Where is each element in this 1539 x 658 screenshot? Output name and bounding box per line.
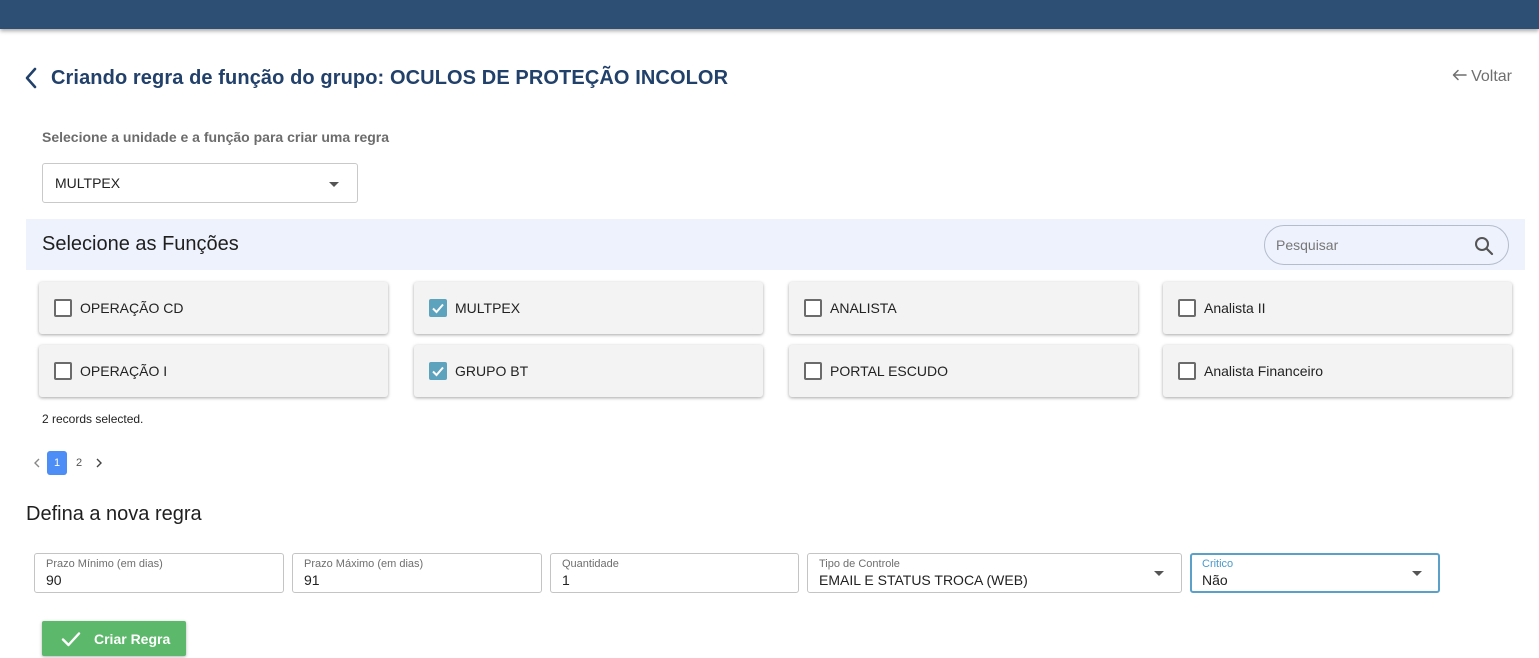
chevron-right-icon[interactable] xyxy=(90,452,108,474)
critico-select[interactable]: Critico Não xyxy=(1190,553,1440,593)
checkbox[interactable] xyxy=(804,299,822,317)
back-chevron-icon[interactable] xyxy=(24,64,44,92)
checkbox[interactable] xyxy=(804,362,822,380)
function-label: MULTPEX xyxy=(455,300,521,316)
check-icon xyxy=(61,629,81,649)
arrow-left-icon xyxy=(1452,68,1467,86)
caret-down-icon xyxy=(329,182,339,187)
page-button-1[interactable]: 1 xyxy=(47,451,67,475)
function-card[interactable]: Analista Financeiro xyxy=(1163,345,1512,397)
chevron-left-icon[interactable] xyxy=(28,452,46,474)
function-label: ANALISTA xyxy=(830,300,897,316)
check-icon xyxy=(432,303,444,314)
function-card[interactable]: ANALISTA xyxy=(789,282,1138,334)
function-label: GRUPO BT xyxy=(455,363,529,379)
checkbox[interactable] xyxy=(1178,362,1196,380)
checkbox[interactable] xyxy=(54,299,72,317)
field-label: Quantidade xyxy=(562,558,619,570)
field-label: Prazo Mínimo (em dias) xyxy=(46,558,163,570)
page-title: Criando regra de função do grupo: OCULOS… xyxy=(51,66,729,89)
function-label: OPERAÇÃO CD xyxy=(80,300,184,316)
search-box xyxy=(1264,225,1509,265)
checkbox-checked[interactable] xyxy=(429,362,447,380)
function-card[interactable]: Analista II xyxy=(1163,282,1512,334)
checkbox[interactable] xyxy=(54,362,72,380)
field-value: 1 xyxy=(562,572,570,588)
check-icon xyxy=(432,366,444,377)
unit-instruction: Selecione a unidade e a função para cria… xyxy=(42,129,390,145)
search-icon[interactable] xyxy=(1474,236,1494,256)
criar-regra-label: Criar Regra xyxy=(94,630,171,647)
field-value: Não xyxy=(1202,572,1228,588)
pagination: 1 2 xyxy=(28,451,108,475)
caret-down-icon xyxy=(1412,571,1422,576)
function-card[interactable]: PORTAL ESCUDO xyxy=(789,345,1138,397)
quantidade-field[interactable]: Quantidade 1 xyxy=(550,553,799,593)
prazo-minimo-field[interactable]: Prazo Mínimo (em dias) 90 xyxy=(34,553,284,593)
rule-section-title: Defina a nova regra xyxy=(26,503,202,525)
field-value: EMAIL E STATUS TROCA (WEB) xyxy=(819,572,1028,588)
functions-header: Selecione as Funções xyxy=(26,219,1525,270)
function-card[interactable]: OPERAÇÃO I xyxy=(39,345,388,397)
field-label: Prazo Máximo (em dias) xyxy=(304,558,424,570)
checkbox-checked[interactable] xyxy=(429,299,447,317)
page-header: Criando regra de função do grupo: OCULOS… xyxy=(24,64,728,92)
function-card[interactable]: MULTPEX xyxy=(414,282,763,334)
function-label: PORTAL ESCUDO xyxy=(830,363,948,379)
function-card[interactable]: OPERAÇÃO CD xyxy=(39,282,388,334)
search-input[interactable] xyxy=(1276,237,1466,253)
prazo-maximo-field[interactable]: Prazo Máximo (em dias) 91 xyxy=(292,553,542,593)
field-label: Critico xyxy=(1202,558,1234,570)
field-label: Tipo de Controle xyxy=(819,558,900,570)
unit-select[interactable]: MULTPEX xyxy=(42,163,358,203)
top-navigation-bar xyxy=(0,0,1539,29)
checkbox[interactable] xyxy=(1178,299,1196,317)
voltar-link[interactable]: Voltar xyxy=(1452,68,1512,86)
tipo-de-controle-select[interactable]: Tipo de Controle EMAIL E STATUS TROCA (W… xyxy=(807,553,1182,593)
unit-select-value: MULTPEX xyxy=(55,175,121,191)
criar-regra-button[interactable]: Criar Regra xyxy=(42,621,186,656)
function-label: OPERAÇÃO I xyxy=(80,363,168,379)
field-value: 90 xyxy=(46,572,62,588)
records-selected-count: 2 records selected. xyxy=(42,412,144,426)
functions-title: Selecione as Funções xyxy=(42,233,239,255)
caret-down-icon xyxy=(1154,571,1164,576)
page-button-2[interactable]: 2 xyxy=(69,451,89,475)
voltar-label: Voltar xyxy=(1471,68,1512,85)
function-label: Analista Financeiro xyxy=(1204,363,1324,379)
field-value: 91 xyxy=(304,572,320,588)
function-label: Analista II xyxy=(1204,300,1266,316)
function-card[interactable]: GRUPO BT xyxy=(414,345,763,397)
